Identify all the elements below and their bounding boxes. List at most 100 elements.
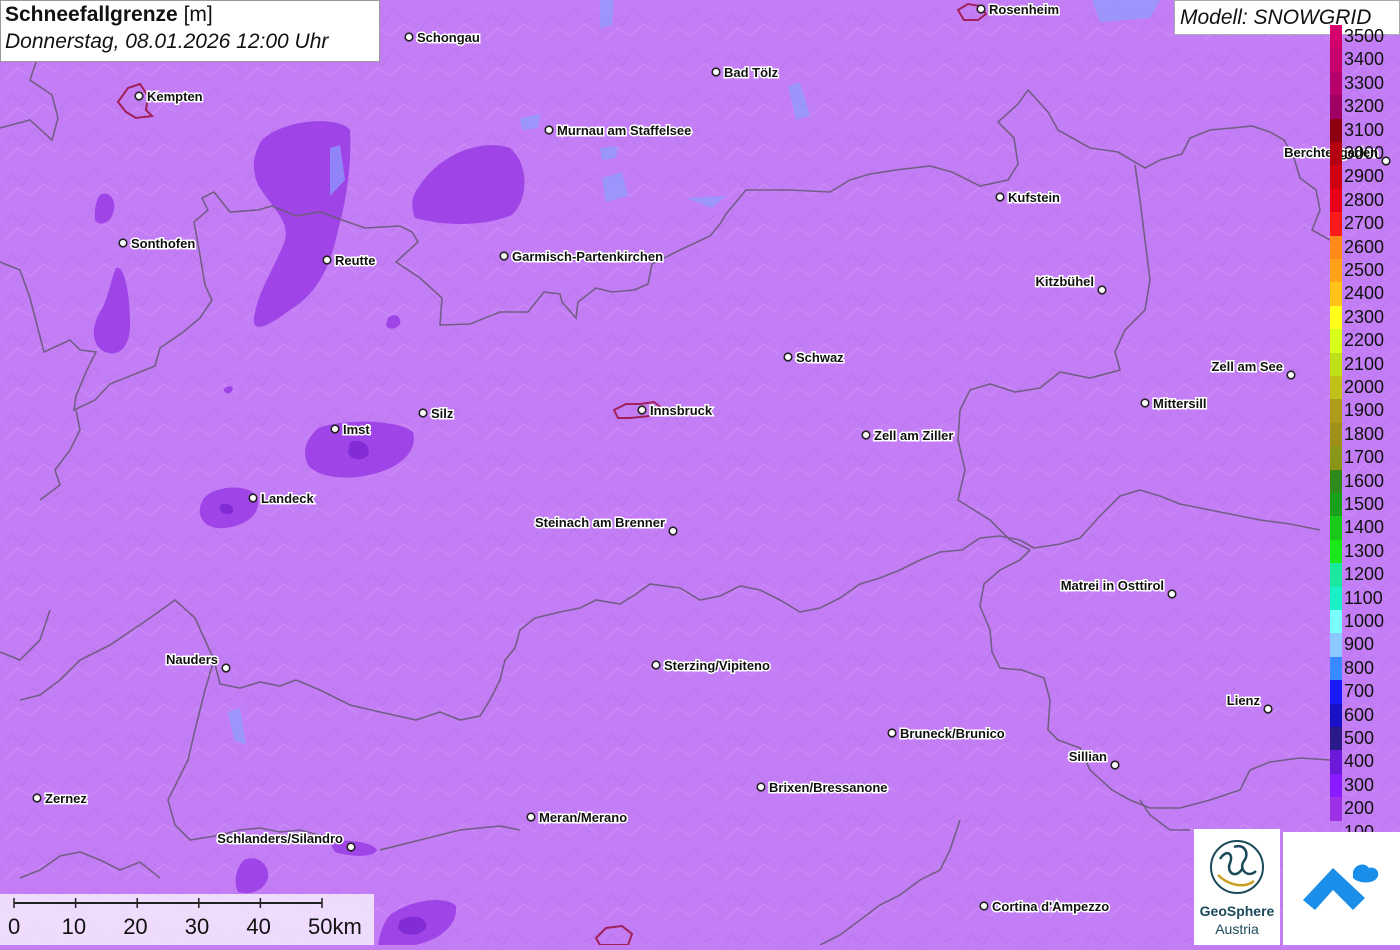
legend-item: 1900 (1330, 399, 1400, 423)
city-dot (1097, 285, 1107, 295)
city-dot (995, 192, 1005, 202)
legend-label: 3500 (1344, 26, 1385, 46)
legend-item: 1000 (1330, 610, 1400, 634)
legend-swatch (1330, 610, 1342, 634)
city-marker[interactable]: Brixen/Bressanone (756, 779, 889, 797)
city-dot (134, 91, 144, 101)
city-marker[interactable]: Cortina d'Ampezzo (979, 898, 1111, 916)
city-marker[interactable]: Garmisch-Partenkirchen (499, 248, 665, 266)
scale-bar: 0 10 20 30 40 50km (0, 894, 374, 945)
legend-swatch (1330, 48, 1342, 72)
legend-label: 3300 (1344, 72, 1385, 93)
legend-item: 800 (1330, 656, 1400, 681)
legend-swatch (1330, 680, 1342, 704)
city-dot (544, 125, 554, 135)
legend-swatch (1330, 446, 1342, 470)
city-dot (783, 352, 793, 362)
city-label: Garmisch-Partenkirchen (512, 249, 663, 264)
legend-item: 2500 (1330, 259, 1400, 283)
snowgrid-emblem-icon (1303, 864, 1379, 910)
city-marker[interactable]: Schongau (404, 29, 481, 47)
city-label: Kufstein (1008, 190, 1060, 205)
legend-label: 900 (1344, 634, 1375, 655)
city-dot (1263, 704, 1273, 714)
city-marker[interactable]: Sonthofen (118, 235, 197, 253)
legend-item: 2300 (1330, 305, 1400, 330)
scale-label: 30 (184, 914, 210, 939)
city-label: Innsbruck (650, 403, 713, 418)
legend-swatch (1330, 305, 1342, 330)
geosphere-logo[interactable]: GeoSphere Austria (1194, 829, 1280, 945)
city-marker[interactable]: Meran/Merano (526, 809, 629, 827)
legend-label: 1500 (1344, 494, 1385, 514)
city-marker[interactable]: Zell am Ziller (861, 427, 955, 445)
city-marker[interactable]: Innsbruck (637, 402, 714, 420)
city-marker[interactable]: Rosenheim (976, 1, 1061, 19)
legend-label: 3100 (1344, 119, 1385, 140)
city-dot (1110, 760, 1120, 770)
scale-label: 50km (308, 914, 362, 939)
legend-label: 2600 (1344, 236, 1385, 257)
legend-swatch (1330, 282, 1342, 306)
map-title-box: Schneefallgrenze [m] Donnerstag, 08.01.2… (0, 0, 380, 62)
city-marker[interactable]: Murnau am Staffelsee (544, 122, 693, 140)
city-dot (248, 493, 258, 503)
legend-swatch (1330, 539, 1342, 564)
snowgrid-logo[interactable] (1283, 832, 1400, 945)
legend-label: 300 (1344, 774, 1375, 795)
city-dot (118, 238, 128, 248)
title-main: Schneefallgrenze (5, 3, 178, 26)
city-label: Rosenheim (989, 2, 1059, 17)
map-canvas[interactable]: Schongau Rosenheim Bad Tölz Kempten Murnau a… (0, 0, 1400, 945)
legend-item: 3200 (1330, 95, 1400, 119)
legend-swatch (1330, 118, 1342, 142)
city-label: Meran/Merano (539, 810, 627, 825)
legend-label: 400 (1344, 751, 1375, 772)
city-dot (221, 663, 231, 673)
geosphere-logo-line1: GeoSphere (1199, 903, 1275, 919)
legend-item: 1200 (1330, 563, 1400, 587)
city-dot (1286, 370, 1296, 380)
city-label: Sillian (1069, 749, 1107, 764)
city-dot (322, 255, 332, 265)
city-label: Imst (343, 422, 370, 437)
legend-item: 400 (1330, 750, 1400, 774)
legend-item: 2900 (1330, 165, 1400, 189)
legend-label: 800 (1344, 657, 1375, 678)
legend-swatch (1330, 633, 1342, 657)
city-label: Matrei in Osttirol (1061, 578, 1164, 593)
legend-label: 1300 (1344, 540, 1385, 561)
legend-swatch (1330, 25, 1342, 49)
city-label: Nauders (166, 652, 218, 667)
legend-swatch (1330, 516, 1342, 540)
city-dot (418, 408, 428, 418)
legend-item: 900 (1330, 633, 1400, 657)
legend-item: 2600 (1330, 235, 1400, 259)
legend-label: 2300 (1344, 306, 1385, 327)
legend-label: 3200 (1344, 96, 1385, 117)
city-label: Mittersill (1153, 396, 1206, 411)
city-label: Murnau am Staffelsee (557, 123, 691, 138)
legend-swatch (1330, 773, 1342, 798)
legend-label: 2200 (1344, 330, 1385, 351)
city-label: Zell am See (1211, 359, 1283, 374)
lake-1 (600, 0, 614, 28)
city-marker[interactable]: Sterzing/Vipiteno (651, 657, 771, 675)
legend-item: 3100 (1330, 118, 1400, 142)
city-dot (756, 782, 766, 792)
legend-label: 2400 (1344, 283, 1385, 304)
city-dot (1140, 398, 1150, 408)
city-label: Steinach am Brenner (535, 515, 665, 530)
legend-swatch (1330, 797, 1342, 821)
city-label: Cortina d'Ampezzo (992, 899, 1109, 914)
city-label: Landeck (261, 491, 315, 506)
legend-item: 2700 (1330, 212, 1400, 236)
city-dot (637, 405, 647, 415)
legend-swatch (1330, 656, 1342, 681)
city-label: Bad Tölz (724, 65, 779, 80)
legend-item: 1100 (1330, 586, 1400, 610)
city-marker[interactable]: Bruneck/Brunico (887, 725, 1006, 743)
legend-swatch (1330, 188, 1342, 213)
city-dot (651, 660, 661, 670)
legend-swatch (1330, 563, 1342, 587)
